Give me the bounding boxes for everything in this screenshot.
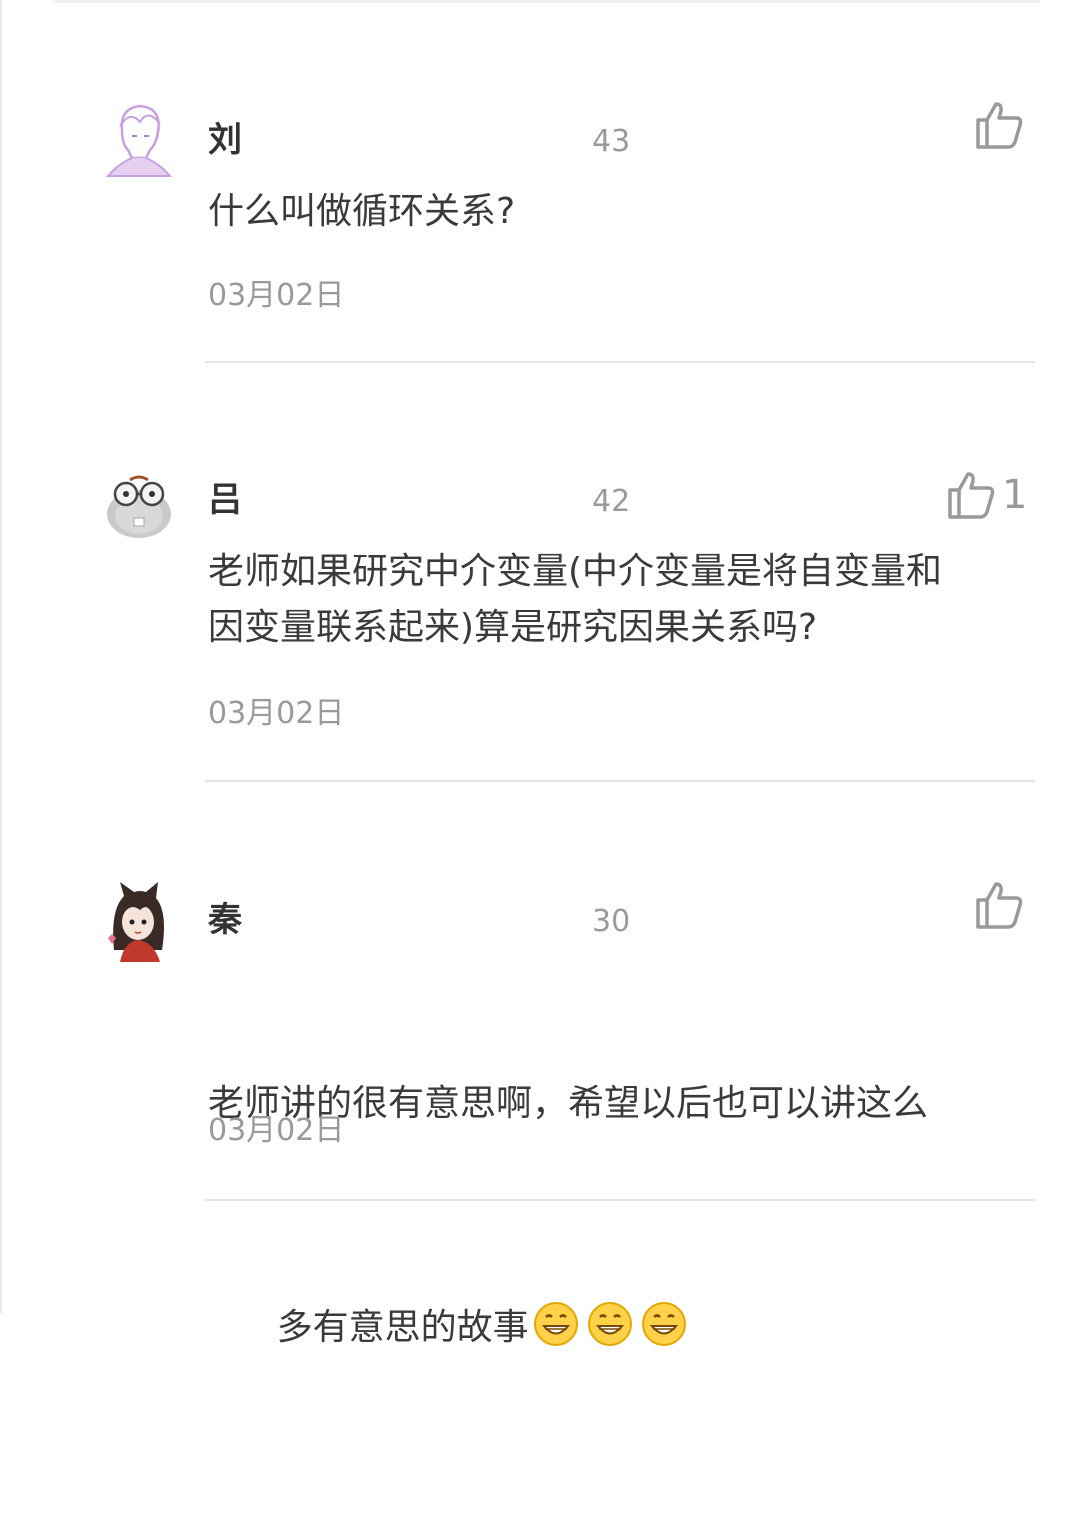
- thumbs-up-icon: [976, 882, 1023, 929]
- comment-text-line: 多有意思的故事: [276, 1307, 529, 1348]
- author-name: 秦: [208, 900, 242, 940]
- comment-text: 老师如果研究中介变量(中介变量是将自变量和 因变量联系起来)算是研究因果关系吗?: [208, 551, 943, 648]
- comment-text: 老师讲的很有意思啊，希望以后也可以讲这么 多有意思的故事: [208, 964, 1038, 1532]
- comment-divider: [205, 780, 1035, 782]
- like-button[interactable]: [974, 100, 1024, 150]
- like-button[interactable]: [974, 880, 1024, 930]
- avatar[interactable]: [100, 470, 178, 548]
- comment-text: 什么叫做循环关系?: [208, 191, 516, 232]
- hamster-glasses-avatar-icon: [107, 475, 171, 538]
- comment-count: 43: [592, 124, 631, 159]
- anime-boy-avatar-icon: [105, 104, 173, 177]
- grin-emoji-icon: [641, 1301, 687, 1364]
- comment-date: 03月02日: [208, 278, 345, 313]
- like-button[interactable]: 1: [946, 470, 1027, 520]
- comment-divider: [205, 1199, 1035, 1201]
- author-name: 刘: [208, 120, 242, 160]
- comment-date: 03月02日: [208, 1113, 345, 1148]
- avatar[interactable]: [100, 100, 178, 178]
- like-number: 1: [1002, 472, 1028, 518]
- comment-count: 42: [592, 484, 631, 519]
- avatar[interactable]: [100, 880, 178, 962]
- comment-divider: [205, 361, 1035, 363]
- comment-date: 03月02日: [208, 696, 345, 731]
- comment-text-line-with-emoji: 多有意思的故事: [208, 1244, 1038, 1420]
- cat-ear-girl-avatar-icon: [108, 882, 164, 962]
- frame-border: [0, 0, 2, 1313]
- comment-count: 30: [592, 904, 631, 939]
- top-divider: [55, 0, 1040, 3]
- thumbs-up-icon: [976, 102, 1023, 149]
- grin-emoji-icon: [533, 1301, 579, 1364]
- grin-emoji-icon: [587, 1301, 633, 1364]
- author-name: 吕: [208, 480, 242, 520]
- thumbs-up-icon: [948, 472, 995, 519]
